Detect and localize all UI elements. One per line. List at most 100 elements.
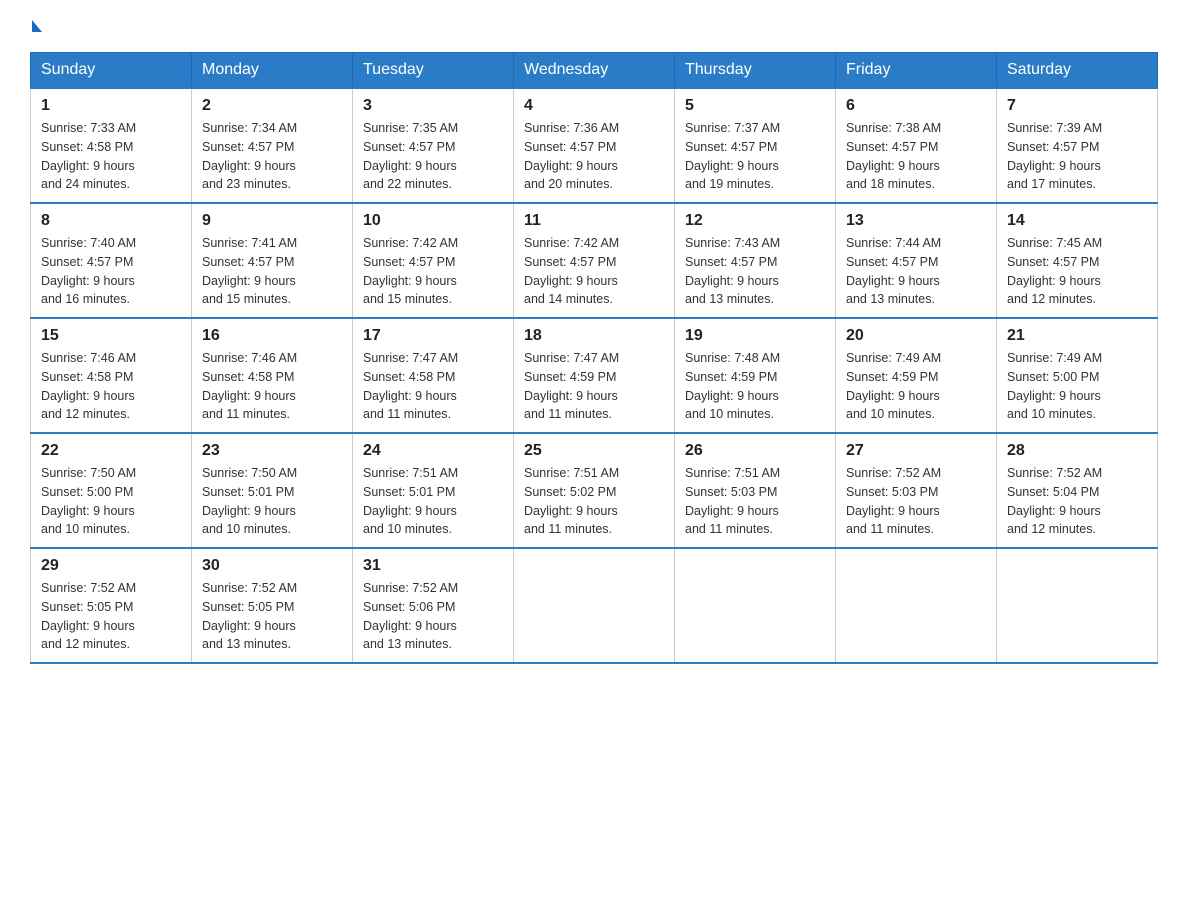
day-info: Sunrise: 7:48 AM Sunset: 4:59 PM Dayligh… — [685, 349, 825, 424]
table-row: 19 Sunrise: 7:48 AM Sunset: 4:59 PM Dayl… — [675, 318, 836, 433]
day-info: Sunrise: 7:33 AM Sunset: 4:58 PM Dayligh… — [41, 119, 181, 194]
day-number: 17 — [363, 327, 503, 345]
day-info: Sunrise: 7:42 AM Sunset: 4:57 PM Dayligh… — [363, 234, 503, 309]
day-number: 6 — [846, 97, 986, 115]
table-row — [997, 548, 1158, 663]
table-row: 8 Sunrise: 7:40 AM Sunset: 4:57 PM Dayli… — [31, 203, 192, 318]
table-row: 25 Sunrise: 7:51 AM Sunset: 5:02 PM Dayl… — [514, 433, 675, 548]
day-info: Sunrise: 7:52 AM Sunset: 5:05 PM Dayligh… — [202, 579, 342, 654]
calendar-table: Sunday Monday Tuesday Wednesday Thursday… — [30, 52, 1158, 664]
header — [30, 20, 1158, 32]
day-info: Sunrise: 7:52 AM Sunset: 5:04 PM Dayligh… — [1007, 464, 1147, 539]
table-row: 27 Sunrise: 7:52 AM Sunset: 5:03 PM Dayl… — [836, 433, 997, 548]
calendar-week-row: 8 Sunrise: 7:40 AM Sunset: 4:57 PM Dayli… — [31, 203, 1158, 318]
day-number: 31 — [363, 557, 503, 575]
table-row: 26 Sunrise: 7:51 AM Sunset: 5:03 PM Dayl… — [675, 433, 836, 548]
day-number: 10 — [363, 212, 503, 230]
calendar-week-row: 15 Sunrise: 7:46 AM Sunset: 4:58 PM Dayl… — [31, 318, 1158, 433]
day-number: 2 — [202, 97, 342, 115]
day-number: 30 — [202, 557, 342, 575]
table-row: 6 Sunrise: 7:38 AM Sunset: 4:57 PM Dayli… — [836, 88, 997, 203]
day-info: Sunrise: 7:51 AM Sunset: 5:03 PM Dayligh… — [685, 464, 825, 539]
day-info: Sunrise: 7:52 AM Sunset: 5:06 PM Dayligh… — [363, 579, 503, 654]
day-number: 16 — [202, 327, 342, 345]
day-info: Sunrise: 7:45 AM Sunset: 4:57 PM Dayligh… — [1007, 234, 1147, 309]
day-info: Sunrise: 7:34 AM Sunset: 4:57 PM Dayligh… — [202, 119, 342, 194]
day-info: Sunrise: 7:50 AM Sunset: 5:01 PM Dayligh… — [202, 464, 342, 539]
day-info: Sunrise: 7:39 AM Sunset: 4:57 PM Dayligh… — [1007, 119, 1147, 194]
day-number: 29 — [41, 557, 181, 575]
header-monday: Monday — [192, 53, 353, 89]
day-info: Sunrise: 7:51 AM Sunset: 5:01 PM Dayligh… — [363, 464, 503, 539]
day-number: 25 — [524, 442, 664, 460]
day-info: Sunrise: 7:36 AM Sunset: 4:57 PM Dayligh… — [524, 119, 664, 194]
table-row: 13 Sunrise: 7:44 AM Sunset: 4:57 PM Dayl… — [836, 203, 997, 318]
table-row: 24 Sunrise: 7:51 AM Sunset: 5:01 PM Dayl… — [353, 433, 514, 548]
table-row: 9 Sunrise: 7:41 AM Sunset: 4:57 PM Dayli… — [192, 203, 353, 318]
day-info: Sunrise: 7:43 AM Sunset: 4:57 PM Dayligh… — [685, 234, 825, 309]
table-row: 21 Sunrise: 7:49 AM Sunset: 5:00 PM Dayl… — [997, 318, 1158, 433]
weekday-header-row: Sunday Monday Tuesday Wednesday Thursday… — [31, 53, 1158, 89]
day-number: 3 — [363, 97, 503, 115]
calendar-week-row: 1 Sunrise: 7:33 AM Sunset: 4:58 PM Dayli… — [31, 88, 1158, 203]
table-row: 18 Sunrise: 7:47 AM Sunset: 4:59 PM Dayl… — [514, 318, 675, 433]
table-row — [675, 548, 836, 663]
day-info: Sunrise: 7:35 AM Sunset: 4:57 PM Dayligh… — [363, 119, 503, 194]
calendar-week-row: 22 Sunrise: 7:50 AM Sunset: 5:00 PM Dayl… — [31, 433, 1158, 548]
table-row: 14 Sunrise: 7:45 AM Sunset: 4:57 PM Dayl… — [997, 203, 1158, 318]
table-row: 5 Sunrise: 7:37 AM Sunset: 4:57 PM Dayli… — [675, 88, 836, 203]
table-row: 12 Sunrise: 7:43 AM Sunset: 4:57 PM Dayl… — [675, 203, 836, 318]
table-row: 31 Sunrise: 7:52 AM Sunset: 5:06 PM Dayl… — [353, 548, 514, 663]
table-row — [836, 548, 997, 663]
day-number: 28 — [1007, 442, 1147, 460]
table-row: 1 Sunrise: 7:33 AM Sunset: 4:58 PM Dayli… — [31, 88, 192, 203]
day-info: Sunrise: 7:40 AM Sunset: 4:57 PM Dayligh… — [41, 234, 181, 309]
day-info: Sunrise: 7:41 AM Sunset: 4:57 PM Dayligh… — [202, 234, 342, 309]
table-row: 4 Sunrise: 7:36 AM Sunset: 4:57 PM Dayli… — [514, 88, 675, 203]
day-number: 19 — [685, 327, 825, 345]
table-row: 2 Sunrise: 7:34 AM Sunset: 4:57 PM Dayli… — [192, 88, 353, 203]
day-number: 7 — [1007, 97, 1147, 115]
logo — [30, 20, 44, 32]
day-number: 23 — [202, 442, 342, 460]
day-info: Sunrise: 7:50 AM Sunset: 5:00 PM Dayligh… — [41, 464, 181, 539]
header-sunday: Sunday — [31, 53, 192, 89]
day-number: 20 — [846, 327, 986, 345]
day-number: 1 — [41, 97, 181, 115]
table-row: 20 Sunrise: 7:49 AM Sunset: 4:59 PM Dayl… — [836, 318, 997, 433]
table-row: 11 Sunrise: 7:42 AM Sunset: 4:57 PM Dayl… — [514, 203, 675, 318]
calendar-week-row: 29 Sunrise: 7:52 AM Sunset: 5:05 PM Dayl… — [31, 548, 1158, 663]
table-row: 15 Sunrise: 7:46 AM Sunset: 4:58 PM Dayl… — [31, 318, 192, 433]
table-row: 10 Sunrise: 7:42 AM Sunset: 4:57 PM Dayl… — [353, 203, 514, 318]
day-info: Sunrise: 7:37 AM Sunset: 4:57 PM Dayligh… — [685, 119, 825, 194]
day-info: Sunrise: 7:46 AM Sunset: 4:58 PM Dayligh… — [202, 349, 342, 424]
day-number: 13 — [846, 212, 986, 230]
day-info: Sunrise: 7:49 AM Sunset: 5:00 PM Dayligh… — [1007, 349, 1147, 424]
day-number: 22 — [41, 442, 181, 460]
day-info: Sunrise: 7:52 AM Sunset: 5:03 PM Dayligh… — [846, 464, 986, 539]
day-number: 18 — [524, 327, 664, 345]
day-number: 14 — [1007, 212, 1147, 230]
header-saturday: Saturday — [997, 53, 1158, 89]
day-number: 26 — [685, 442, 825, 460]
day-number: 21 — [1007, 327, 1147, 345]
day-number: 5 — [685, 97, 825, 115]
day-number: 24 — [363, 442, 503, 460]
table-row: 16 Sunrise: 7:46 AM Sunset: 4:58 PM Dayl… — [192, 318, 353, 433]
header-wednesday: Wednesday — [514, 53, 675, 89]
table-row: 7 Sunrise: 7:39 AM Sunset: 4:57 PM Dayli… — [997, 88, 1158, 203]
day-info: Sunrise: 7:51 AM Sunset: 5:02 PM Dayligh… — [524, 464, 664, 539]
day-number: 27 — [846, 442, 986, 460]
header-thursday: Thursday — [675, 53, 836, 89]
day-info: Sunrise: 7:46 AM Sunset: 4:58 PM Dayligh… — [41, 349, 181, 424]
table-row: 23 Sunrise: 7:50 AM Sunset: 5:01 PM Dayl… — [192, 433, 353, 548]
day-number: 9 — [202, 212, 342, 230]
header-tuesday: Tuesday — [353, 53, 514, 89]
table-row: 29 Sunrise: 7:52 AM Sunset: 5:05 PM Dayl… — [31, 548, 192, 663]
day-info: Sunrise: 7:49 AM Sunset: 4:59 PM Dayligh… — [846, 349, 986, 424]
header-friday: Friday — [836, 53, 997, 89]
table-row: 22 Sunrise: 7:50 AM Sunset: 5:00 PM Dayl… — [31, 433, 192, 548]
day-number: 4 — [524, 97, 664, 115]
day-number: 8 — [41, 212, 181, 230]
day-number: 12 — [685, 212, 825, 230]
